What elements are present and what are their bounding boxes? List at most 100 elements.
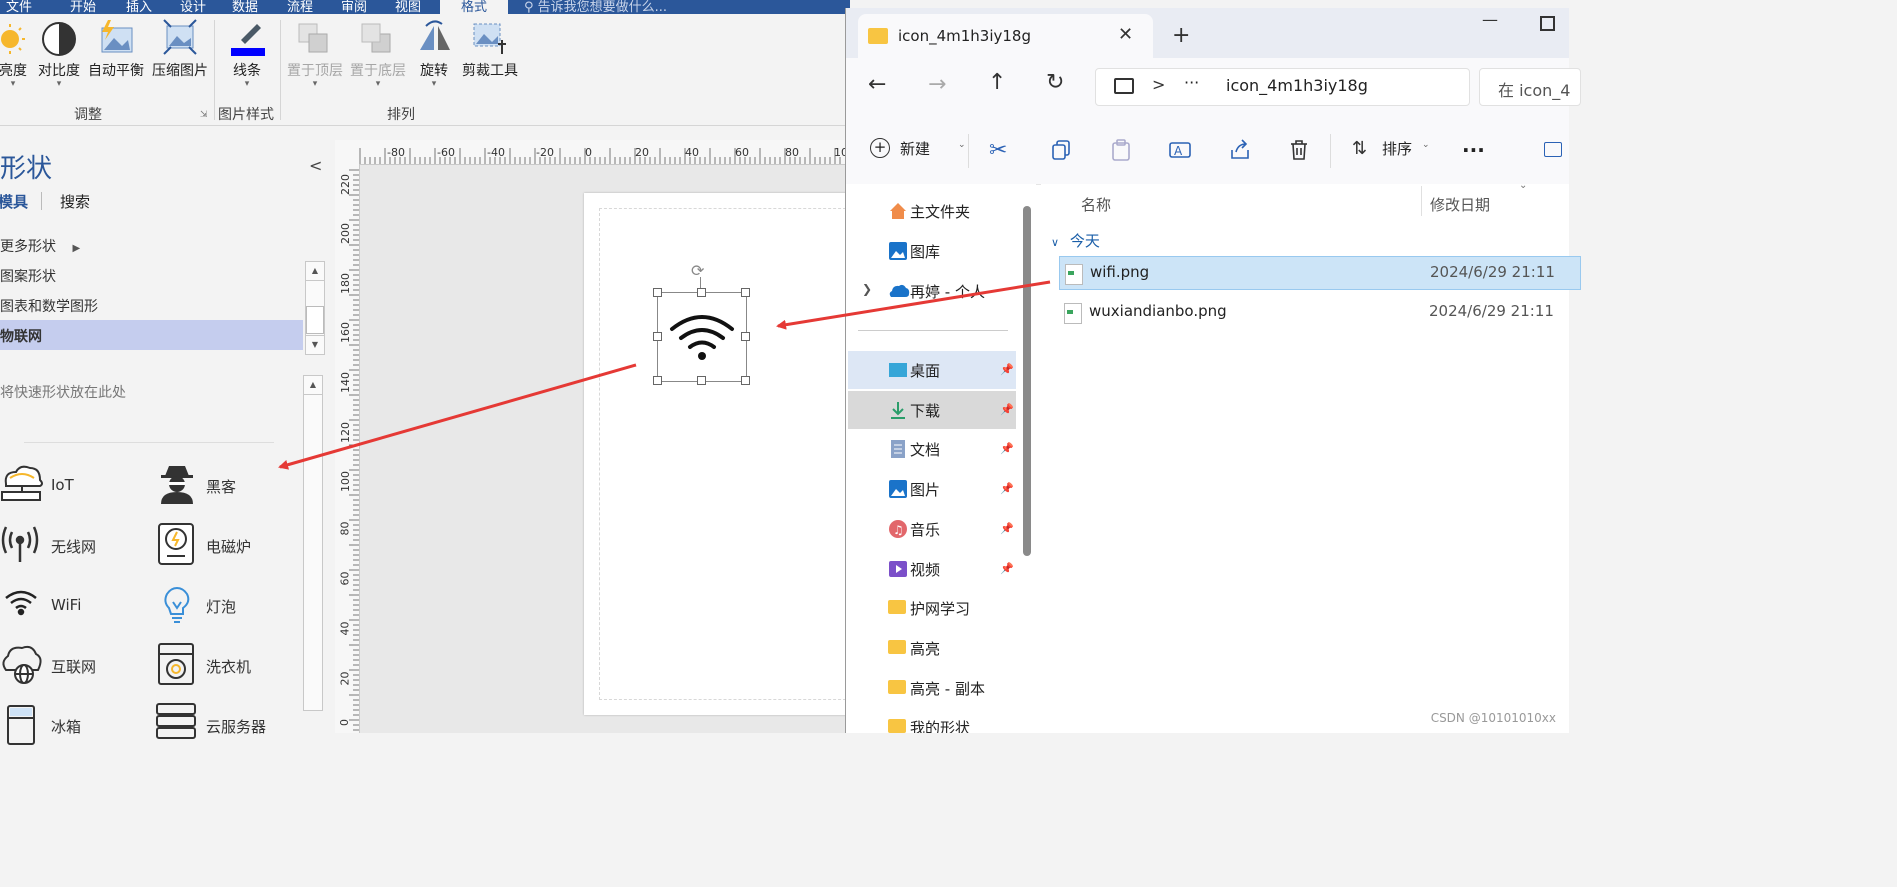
menu-format[interactable]: 格式	[440, 0, 508, 15]
line-button[interactable]: 线条 ▾	[224, 18, 270, 89]
contrast-button[interactable]: 对比度 ▾	[36, 18, 82, 89]
resize-handle[interactable]	[741, 288, 750, 297]
shape-hacker[interactable]: 黑客	[155, 462, 305, 512]
pin-icon[interactable]: 📌	[1000, 403, 1014, 416]
menu-process[interactable]: 流程	[287, 0, 313, 15]
rename-icon[interactable]: A	[1168, 138, 1192, 162]
forward-arrow-icon[interactable]: →	[928, 72, 946, 97]
menu-review[interactable]: 审阅	[341, 0, 367, 15]
column-header-name[interactable]: 名称	[1081, 194, 1111, 215]
shape-cloud-server[interactable]: 云服务器	[155, 702, 305, 742]
address-path-box[interactable]: > ··· icon_4m1h3iy18g	[1095, 68, 1470, 106]
resize-handle[interactable]	[653, 288, 662, 297]
stencil-more-shapes[interactable]: 更多形状 ▶	[0, 236, 80, 256]
menu-file[interactable]: 文件	[6, 0, 32, 15]
nav-item-desktop[interactable]: 桌面 📌	[848, 351, 1016, 389]
pin-icon[interactable]: 📌	[1000, 363, 1014, 376]
send-to-back-button[interactable]: 置于底层 ▾	[348, 18, 408, 89]
nav-item-folder[interactable]: 护网学习	[848, 589, 1016, 627]
auto-balance-button[interactable]: 自动平衡	[86, 18, 146, 80]
resize-handle[interactable]	[653, 332, 662, 341]
collapse-panel-icon[interactable]: <	[309, 156, 322, 175]
nav-item-home[interactable]: 主文件夹	[848, 192, 1016, 230]
nav-item-videos[interactable]: 视频 📌	[848, 550, 1016, 588]
copy-icon[interactable]	[1050, 138, 1074, 162]
search-box[interactable]: 在 icon_4	[1479, 68, 1581, 106]
stencil-list-scrollbar[interactable]: ▲ ▼	[305, 261, 325, 355]
shape-induction-cooker[interactable]: 电磁炉	[155, 522, 305, 572]
shape-iot[interactable]: IoT	[0, 462, 150, 512]
details-pane-icon[interactable]	[1544, 142, 1562, 157]
tab-search[interactable]: 搜索	[60, 191, 90, 212]
nav-scrollbar-thumb[interactable]	[1023, 206, 1031, 556]
close-tab-icon[interactable]: ✕	[1118, 24, 1133, 45]
pin-icon[interactable]: 📌	[1000, 522, 1014, 535]
scroll-up-icon[interactable]: ▲	[305, 261, 325, 281]
resize-handle[interactable]	[697, 288, 706, 297]
nav-item-folder[interactable]: 高亮 - 副本	[848, 669, 1016, 707]
cut-icon[interactable]: ✂	[989, 138, 1013, 163]
rotate-button[interactable]: 旋转 ▾	[416, 18, 452, 89]
refresh-icon[interactable]: ↻	[1046, 70, 1064, 95]
nav-item-folder[interactable]: 我的形状	[848, 708, 1016, 733]
menu-view[interactable]: 视图	[395, 0, 421, 15]
menu-home[interactable]: 开始	[70, 0, 96, 15]
menu-design[interactable]: 设计	[180, 0, 206, 15]
shape-refrigerator[interactable]: 冰箱	[0, 702, 150, 745]
file-row-selected[interactable]: wifi.png 2024/6/29 21:11	[1059, 256, 1581, 290]
tell-me-box[interactable]: ⚲ 告诉我您想要做什么...	[524, 0, 667, 15]
nav-item-onedrive[interactable]: ❯ 再婷 - 个人	[848, 272, 1016, 310]
dialog-launcher-icon[interactable]: ⇲	[200, 110, 208, 120]
delete-icon[interactable]	[1287, 138, 1311, 162]
nav-item-folder[interactable]: 高亮	[848, 629, 1016, 667]
rotate-handle-icon[interactable]: ⟳	[691, 261, 704, 280]
nav-item-music[interactable]: ♫ 音乐 📌	[848, 510, 1016, 548]
menu-insert[interactable]: 插入	[126, 0, 152, 15]
resize-handle[interactable]	[741, 376, 750, 385]
shapes-scrollbar[interactable]: ▲	[303, 375, 323, 711]
more-options-icon[interactable]: ···	[1462, 138, 1485, 162]
chevron-right-icon[interactable]: ❯	[862, 282, 872, 296]
file-row[interactable]: wuxiandianbo.png 2024/6/29 21:11	[1059, 296, 1579, 328]
scroll-up-icon[interactable]: ▲	[303, 375, 323, 395]
up-arrow-icon[interactable]: ↑	[988, 70, 1006, 95]
maximize-icon[interactable]	[1540, 16, 1555, 31]
resize-handle[interactable]	[653, 376, 662, 385]
nav-item-downloads[interactable]: 下载 📌	[848, 391, 1016, 429]
nav-item-pictures[interactable]: 图片 📌	[848, 470, 1016, 508]
breadcrumb-more[interactable]: ···	[1184, 73, 1199, 92]
nav-item-documents[interactable]: 文档 📌	[848, 430, 1016, 468]
search-input[interactable]: 在 icon_4	[1498, 77, 1570, 101]
resize-handle[interactable]	[697, 376, 706, 385]
stencil-charts-math[interactable]: 图表和数学图形	[0, 296, 98, 316]
drawing-page[interactable]: ⟳	[584, 193, 861, 715]
shape-internet[interactable]: 互联网	[0, 642, 150, 692]
tab-stencils[interactable]: 模具	[0, 191, 28, 212]
breadcrumb-current[interactable]: icon_4m1h3iy18g	[1226, 76, 1368, 95]
explorer-tab[interactable]: icon_4m1h3iy18g ✕	[858, 14, 1153, 58]
pin-icon[interactable]: 📌	[1000, 482, 1014, 495]
shape-wireless[interactable]: 无线网	[0, 522, 150, 572]
scrollbar-thumb[interactable]	[306, 306, 324, 334]
new-tab-button[interactable]: +	[1172, 23, 1190, 48]
selected-wifi-shape[interactable]	[657, 292, 747, 382]
paste-icon[interactable]	[1109, 138, 1133, 162]
pin-icon[interactable]: 📌	[1000, 442, 1014, 455]
shape-washing-machine[interactable]: 洗衣机	[155, 642, 305, 692]
back-arrow-icon[interactable]: ←	[868, 72, 886, 97]
nav-item-gallery[interactable]: 图库	[848, 232, 1016, 270]
compress-picture-button[interactable]: 压缩图片	[150, 18, 210, 80]
minimize-icon[interactable]: —	[1482, 10, 1498, 29]
menu-data[interactable]: 数据	[232, 0, 258, 15]
column-header-date[interactable]: 修改日期	[1430, 194, 1490, 215]
stencil-iot[interactable]: 物联网	[0, 320, 303, 350]
stencil-pattern-shapes[interactable]: 图案形状	[0, 266, 56, 286]
brightness-button[interactable]: 亮度 ▾	[0, 18, 30, 89]
scroll-down-icon[interactable]: ▼	[305, 335, 325, 355]
shape-wifi[interactable]: WiFi	[0, 582, 150, 632]
shape-light-bulb[interactable]: 灯泡	[155, 582, 305, 632]
resize-handle[interactable]	[741, 332, 750, 341]
share-icon[interactable]	[1228, 138, 1252, 162]
pin-icon[interactable]: 📌	[1000, 562, 1014, 575]
column-divider[interactable]	[1421, 186, 1422, 216]
